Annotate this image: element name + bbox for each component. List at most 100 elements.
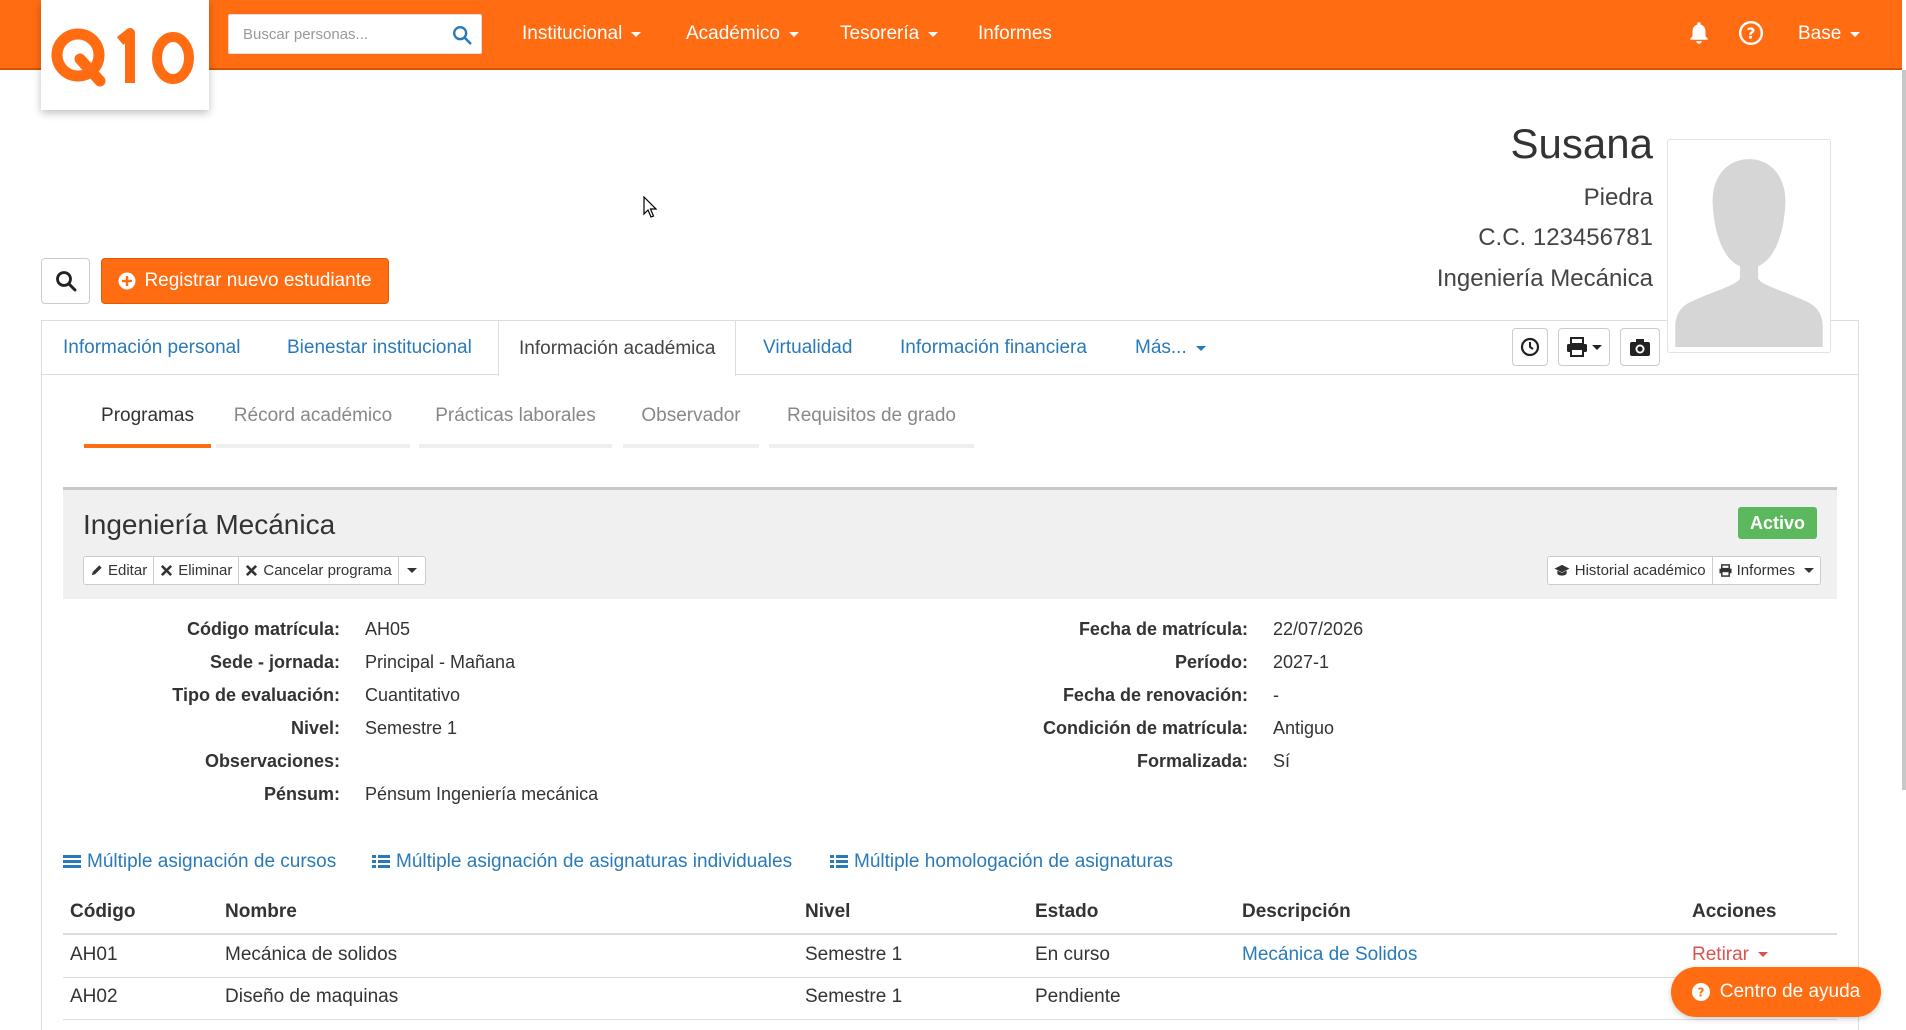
q10-logo[interactable] xyxy=(41,0,209,110)
withdraw-dropdown[interactable]: Retirar xyxy=(1692,944,1769,966)
list-alt-icon xyxy=(63,855,81,868)
row-divider xyxy=(63,977,1837,978)
question-circle-icon: ? xyxy=(1691,983,1710,1001)
top-navbar: Institucional Académico Tesorería Inform… xyxy=(0,0,1902,70)
withdraw-label: Retirar xyxy=(1692,944,1750,965)
field-value-fecha-matricula: 22/07/2026 xyxy=(1273,619,1364,639)
menu-academico[interactable]: Académico xyxy=(686,0,799,68)
field-label: Fecha de renovación: xyxy=(1062,685,1248,705)
tab-bienestar-institucional[interactable]: Bienestar institucional xyxy=(287,321,472,375)
subtab-label: Prácticas laborales xyxy=(435,405,596,426)
history-button[interactable] xyxy=(1512,328,1548,366)
search-student-button[interactable] xyxy=(41,258,90,304)
tab-informacion-academica[interactable]: Información académica xyxy=(498,321,737,376)
tab-label: Información académica xyxy=(519,337,716,359)
svg-text:?: ? xyxy=(1697,986,1704,1000)
help-center-button[interactable]: ? Centro de ayuda xyxy=(1671,967,1881,1017)
user-menu-label: Base xyxy=(1798,23,1842,44)
graduation-cap-icon xyxy=(1554,564,1570,576)
help-circle-icon[interactable]: ? xyxy=(1738,20,1764,46)
field-label: Condición de matrícula: xyxy=(1042,718,1248,738)
subtab-indicator xyxy=(84,444,211,448)
subtab-label: Requisitos de grado xyxy=(787,405,956,426)
register-student-button[interactable]: Registrar nuevo estudiante xyxy=(101,258,389,304)
cancel-program-button[interactable]: Cancelar programa xyxy=(239,557,399,584)
menu-label: Institucional xyxy=(522,23,623,44)
main-tabs: Información personal Bienestar instituci… xyxy=(42,321,1858,376)
plus-circle-icon xyxy=(118,272,136,290)
camera-button[interactable] xyxy=(1620,328,1660,366)
field-label: Tipo de evaluación: xyxy=(172,685,340,705)
reports-dropdown-button[interactable]: Informes xyxy=(1713,557,1820,584)
search-box[interactable] xyxy=(228,14,482,54)
subtab-practicas-laborales[interactable]: Prácticas laborales xyxy=(419,405,612,448)
caret-down-icon xyxy=(1758,952,1769,958)
menu-institucional[interactable]: Institucional xyxy=(522,0,642,68)
link-multiple-homologacion[interactable]: Múltiple homologación de asignaturas xyxy=(830,851,1173,873)
field-label: Fecha de matrícula: xyxy=(1078,619,1248,639)
list-icon xyxy=(372,855,390,868)
reports-label: Informes xyxy=(1736,562,1795,579)
delete-button[interactable]: Eliminar xyxy=(154,557,240,584)
menu-label: Informes xyxy=(978,23,1052,44)
subtab-indicator xyxy=(216,444,410,448)
subtab-requisitos-de-grado[interactable]: Requisitos de grado xyxy=(769,405,974,448)
q10-logo-mark xyxy=(51,28,194,87)
column-header-nombre[interactable]: Nombre xyxy=(225,901,297,923)
tab-informacion-personal[interactable]: Información personal xyxy=(63,321,240,375)
field-label: Código matrícula: xyxy=(186,619,340,639)
cell-state: En curso xyxy=(1035,944,1110,965)
subtab-record-academico[interactable]: Récord académico xyxy=(216,405,410,448)
field-label: Sede - jornada: xyxy=(209,652,340,672)
subtab-programas[interactable]: Programas xyxy=(84,405,211,448)
column-header-nivel[interactable]: Nivel xyxy=(805,901,850,923)
print-menu-button[interactable] xyxy=(1558,328,1610,366)
caret-down-icon xyxy=(1195,345,1206,351)
menu-informes[interactable]: Informes xyxy=(978,0,1052,68)
column-header-acciones: Acciones xyxy=(1692,901,1777,922)
tab-virtualidad[interactable]: Virtualidad xyxy=(763,321,852,375)
tab-informacion-financiera[interactable]: Información financiera xyxy=(900,321,1087,375)
cell-code: AH02 xyxy=(70,986,118,1007)
field-value-nivel: Semestre 1 xyxy=(365,718,458,738)
help-center-label: Centro de ayuda xyxy=(1719,981,1861,1002)
field-label: Pénsum: xyxy=(263,784,340,804)
student-photo[interactable] xyxy=(1667,139,1831,353)
user-menu[interactable]: Base xyxy=(1798,0,1861,68)
list-icon xyxy=(830,855,848,868)
column-header-descripcion[interactable]: Descripción xyxy=(1242,901,1351,923)
caret-down-icon xyxy=(789,31,799,37)
table-header-divider xyxy=(63,933,1837,935)
program-report-actions: Historial académico Informes xyxy=(1546,556,1821,585)
field-value-formalizada: Sí xyxy=(1273,751,1291,771)
link-multiple-asignacion-cursos[interactable]: Múltiple asignación de cursos xyxy=(63,851,336,873)
link-multiple-asignacion-asignaturas[interactable]: Múltiple asignación de asignaturas indiv… xyxy=(372,851,792,873)
cell-name: Diseño de maquinas xyxy=(225,986,399,1007)
field-label: Período: xyxy=(1174,652,1248,672)
page-scrollbar[interactable] xyxy=(1902,70,1906,790)
register-student-label: Registrar nuevo estudiante xyxy=(144,270,372,291)
column-header-estado[interactable]: Estado xyxy=(1035,901,1098,923)
field-value-sede-jornada: Principal - Mañana xyxy=(365,652,516,672)
search-input[interactable] xyxy=(243,15,443,53)
printer-icon xyxy=(1719,564,1732,577)
subtab-observador[interactable]: Observador xyxy=(623,405,759,448)
search-icon[interactable] xyxy=(451,24,473,46)
edit-button[interactable]: Editar xyxy=(84,557,155,584)
menu-tesoreria[interactable]: Tesorería xyxy=(840,0,939,68)
academic-history-button[interactable]: Historial académico xyxy=(1548,557,1713,584)
caret-down-icon xyxy=(1850,31,1861,37)
link-label: Múltiple asignación de asignaturas indiv… xyxy=(396,851,793,872)
tab-mas[interactable]: Más... xyxy=(1135,321,1206,375)
student-last-name: Piedra xyxy=(1583,184,1653,211)
svg-text:?: ? xyxy=(1747,24,1756,42)
subtab-label: Observador xyxy=(641,405,741,426)
cell-description-link[interactable]: Mecánica de Solidos xyxy=(1242,944,1417,966)
caret-down-icon xyxy=(406,568,417,573)
more-actions-dropdown[interactable] xyxy=(399,557,425,584)
bell-icon[interactable] xyxy=(1686,20,1712,46)
column-header-codigo[interactable]: Código xyxy=(70,901,135,923)
mouse-cursor-icon xyxy=(643,196,657,218)
row-divider xyxy=(63,1019,1837,1020)
clock-icon xyxy=(1520,337,1540,357)
